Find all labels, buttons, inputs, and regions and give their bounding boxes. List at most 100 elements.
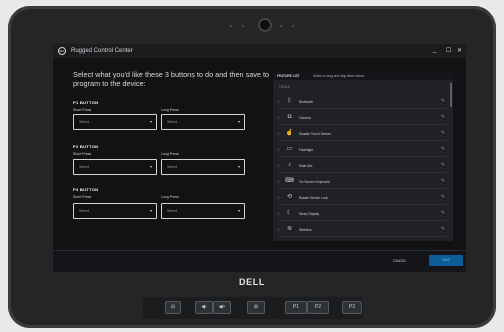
keyboard-icon: ⌨ xyxy=(285,178,294,184)
front-camera xyxy=(258,18,272,32)
tool-item-label: Disable Touch Screen xyxy=(299,132,332,136)
minimize-button[interactable]: _ xyxy=(433,47,436,53)
window-key[interactable]: ⊟ xyxy=(165,301,181,314)
tool-item-sleep-display[interactable]: + ☾ Sleep Display ✎ xyxy=(277,207,447,221)
close-button[interactable]: ✕ xyxy=(457,47,462,54)
tool-item-bluetooth[interactable]: + ᛒ Bluetooth ✎ xyxy=(277,95,447,109)
edit-icon[interactable]: ✎ xyxy=(441,210,445,216)
chevron-down-icon: ▾ xyxy=(149,208,152,213)
p1-key[interactable]: P1 xyxy=(285,301,307,314)
dell-brand-logo: DELL xyxy=(239,277,265,287)
edit-icon[interactable]: ✎ xyxy=(441,194,445,200)
tools-category-label: TOOLS xyxy=(279,85,290,89)
edit-icon[interactable]: ✎ xyxy=(441,162,445,168)
tool-item-wireless[interactable]: + ≋ Wireless ✎ xyxy=(277,223,447,237)
drag-handle-icon[interactable]: + xyxy=(277,179,279,184)
wifi-icon: ≋ xyxy=(286,226,293,232)
tool-item-rotate-screen-lock[interactable]: + ⟲ Rotate Screen Lock ✎ xyxy=(277,191,447,205)
select-value: Select xyxy=(79,120,89,124)
p1-short-press-select[interactable]: Select ▾ xyxy=(73,114,157,130)
camera-icon: ◘ xyxy=(287,114,292,120)
drag-handle-icon[interactable]: + xyxy=(277,163,279,168)
p2-key[interactable]: P2 xyxy=(307,301,329,314)
tool-item-camera[interactable]: + ◘ Camera ✎ xyxy=(277,111,447,125)
p3-short-label: Short Press xyxy=(73,195,92,199)
volume-down-key[interactable]: ◀- xyxy=(195,301,213,314)
scrollbar[interactable] xyxy=(450,83,452,107)
sensor-dot xyxy=(292,25,294,27)
drag-handle-icon[interactable]: + xyxy=(277,227,279,232)
p2-long-press-select[interactable]: Select ▾ xyxy=(161,159,245,175)
edit-icon[interactable]: ✎ xyxy=(441,114,445,120)
maximize-button[interactable]: ☐ xyxy=(446,47,451,54)
drag-handle-icon[interactable]: + xyxy=(277,147,279,152)
feature-list-panel: FEATURE LIST Select or drag and drop ite… xyxy=(273,71,453,241)
tool-item-disable-touch-screen[interactable]: + ☝ Disable Touch Screen ✎ xyxy=(277,127,447,141)
feature-list-header: FEATURE LIST Select or drag and drop ite… xyxy=(273,71,453,80)
feature-list-title: FEATURE LIST xyxy=(277,74,300,78)
p3-long-press-select[interactable]: Select ▾ xyxy=(161,203,245,219)
tool-item-label: Flashlight xyxy=(299,148,314,152)
edit-icon[interactable]: ✎ xyxy=(441,98,445,104)
sensor-dot xyxy=(230,25,232,27)
p1-long-press-select[interactable]: Select ▾ xyxy=(161,114,245,130)
flashlight-icon: ▭ xyxy=(286,146,293,152)
app-window: DELL Rugged Control Center _ ☐ ✕ Select … xyxy=(53,44,466,272)
chevron-down-icon: ▾ xyxy=(237,164,240,169)
drag-handle-icon[interactable]: + xyxy=(277,115,279,120)
bluetooth-icon: ᛒ xyxy=(287,98,292,104)
windows-key[interactable]: ⊞ xyxy=(247,301,265,314)
edit-icon[interactable]: ✎ xyxy=(441,146,445,152)
mic-mute-icon: ♪ xyxy=(288,162,291,168)
tool-item-flashlight[interactable]: + ▭ Flashlight ✎ xyxy=(277,143,447,157)
tool-item-label: Wireless xyxy=(299,228,312,232)
p3-section-title: P3 BUTTON xyxy=(73,187,99,192)
tool-item-label: On Screen Keyboard xyxy=(299,180,330,184)
p2-short-press-select[interactable]: Select ▾ xyxy=(73,159,157,175)
cancel-button[interactable]: CANCEL xyxy=(393,259,406,263)
page-heading: Select what you'd like these 3 buttons t… xyxy=(73,70,270,88)
p1-long-label: Long Press xyxy=(161,108,179,112)
drag-handle-icon[interactable]: + xyxy=(277,211,279,216)
tool-item-label: Mute Mic xyxy=(299,164,313,168)
p3-short-press-select[interactable]: Select ▾ xyxy=(73,203,157,219)
p1-section-title: P1 BUTTON xyxy=(73,100,99,105)
tool-item-label: Rotate Screen Lock xyxy=(299,196,328,200)
drag-handle-icon[interactable]: + xyxy=(277,99,279,104)
p1-short-label: Short Press xyxy=(73,108,92,112)
tool-item-label: Bluetooth xyxy=(299,100,313,104)
rotate-lock-icon: ⟲ xyxy=(286,194,293,200)
app-title: Rugged Control Center xyxy=(71,48,133,54)
p2-short-label: Short Press xyxy=(73,152,92,156)
select-value: Select xyxy=(167,209,177,213)
edit-icon[interactable]: ✎ xyxy=(441,178,445,184)
sensor-dot xyxy=(242,25,244,27)
p3-key[interactable]: P3 xyxy=(342,301,362,314)
moon-icon: ☾ xyxy=(286,210,293,216)
tool-item-label: Camera xyxy=(299,116,311,120)
footer-bar: CANCEL SAVE xyxy=(53,250,466,272)
sensor-dot xyxy=(280,25,282,27)
p2-long-label: Long Press xyxy=(161,152,179,156)
select-value: Select xyxy=(167,165,177,169)
volume-up-key[interactable]: ◀+ xyxy=(213,301,231,314)
dell-logo-icon: DELL xyxy=(58,47,67,55)
chevron-down-icon: ▾ xyxy=(237,208,240,213)
tool-item-mute-mic[interactable]: + ♪ Mute Mic ✎ xyxy=(277,159,447,173)
drag-handle-icon[interactable]: + xyxy=(277,195,279,200)
chevron-down-icon: ▾ xyxy=(237,119,240,124)
chevron-down-icon: ▾ xyxy=(149,164,152,169)
edit-icon[interactable]: ✎ xyxy=(441,130,445,136)
select-value: Select xyxy=(167,120,177,124)
chevron-down-icon: ▾ xyxy=(149,119,152,124)
p3-long-label: Long Press xyxy=(161,195,179,199)
edit-icon[interactable]: ✎ xyxy=(441,226,445,232)
tool-item-label: Sleep Display xyxy=(299,212,320,216)
feature-list-hint: Select or drag and drop items below xyxy=(313,74,365,78)
title-bar: DELL Rugged Control Center _ ☐ ✕ xyxy=(53,44,466,58)
tool-item-on-screen-keyboard[interactable]: + ⌨ On Screen Keyboard ✎ xyxy=(277,175,447,189)
p2-section-title: P2 BUTTON xyxy=(73,144,99,149)
hardware-button-bar: ⊟ ◀- ◀+ ⊞ P1 P2 P3 xyxy=(143,297,363,319)
save-button[interactable]: SAVE xyxy=(429,255,463,266)
drag-handle-icon[interactable]: + xyxy=(277,131,279,136)
